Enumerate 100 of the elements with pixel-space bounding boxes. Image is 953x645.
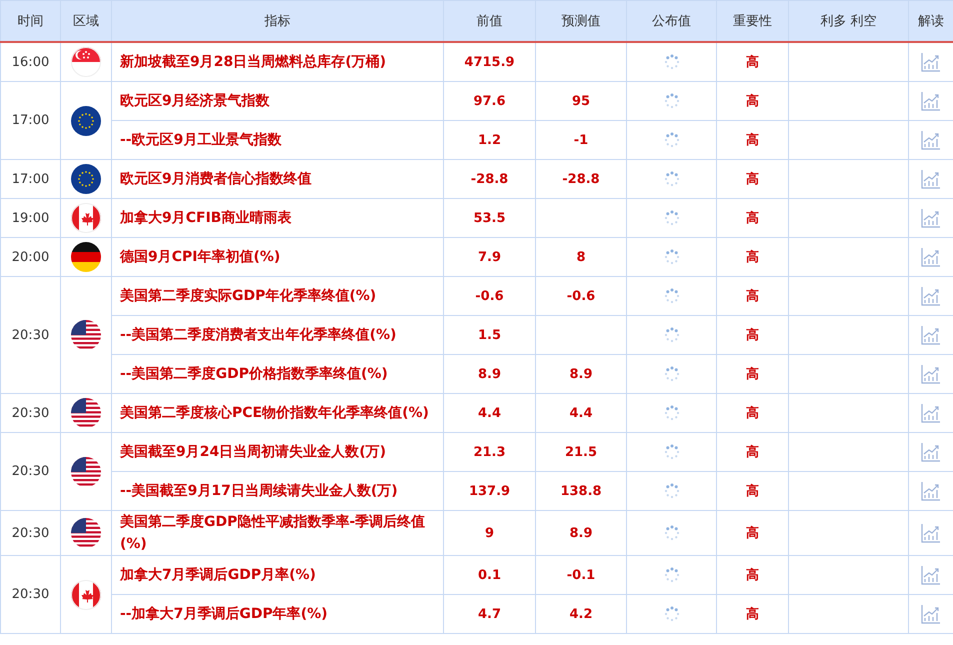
column-header: 解读 [918, 14, 944, 29]
importance-text: 高 [746, 526, 759, 541]
previous-value: 9 [484, 526, 494, 540]
time-text: 20:30 [12, 526, 50, 540]
importance-text: 高 [746, 289, 759, 304]
forecast-value: 138.8 [560, 484, 602, 498]
loading-icon [664, 606, 680, 622]
flag-icon [71, 518, 101, 548]
flag-icon [71, 203, 101, 233]
chart-icon[interactable] [921, 52, 941, 72]
flag-icon [71, 106, 101, 136]
previous-value: -0.6 [475, 288, 504, 304]
loading-icon [664, 132, 680, 148]
previous-value: 4.7 [478, 606, 502, 622]
importance-text: 高 [746, 367, 759, 382]
chart-icon[interactable] [921, 169, 941, 189]
importance-text: 高 [746, 406, 759, 421]
flag-icon [71, 398, 101, 428]
column-header: 利多 利空 [820, 14, 877, 29]
forecast-value: 21.5 [564, 444, 598, 460]
chart-icon[interactable] [921, 325, 941, 345]
importance-text: 高 [746, 607, 759, 622]
chart-icon[interactable] [921, 403, 941, 423]
loading-icon [664, 288, 680, 304]
flag-icon [71, 242, 101, 272]
previous-value: 97.6 [473, 94, 506, 108]
loading-icon [664, 327, 680, 343]
flag-icon [71, 456, 101, 486]
previous-value: 4.4 [478, 406, 502, 420]
forecast-value: 8.9 [569, 366, 593, 382]
chart-icon[interactable] [921, 565, 941, 585]
importance-text: 高 [746, 94, 759, 109]
time-text: 16:00 [12, 54, 50, 70]
time-text: 20:30 [12, 328, 50, 342]
column-header: 区域 [73, 14, 99, 29]
chart-icon[interactable] [921, 208, 941, 228]
chart-icon[interactable] [921, 442, 941, 462]
chart-icon[interactable] [921, 286, 941, 306]
forecast-value: -1 [574, 132, 588, 148]
previous-value: 21.3 [473, 444, 506, 460]
forecast-value: -0.1 [566, 568, 596, 582]
flag-icon [71, 320, 101, 350]
time-text: 17:00 [12, 113, 50, 128]
forecast-value: 8.9 [569, 526, 593, 540]
column-header: 前值 [476, 14, 502, 29]
previous-value: 53.5 [473, 210, 506, 226]
previous-value: 7.9 [478, 250, 502, 264]
column-header: 指标 [264, 14, 290, 29]
flag-icon [71, 580, 101, 610]
chart-icon[interactable] [921, 604, 941, 624]
importance-text: 高 [746, 211, 759, 226]
chart-icon[interactable] [921, 130, 941, 150]
previous-value: 4715.9 [464, 54, 515, 70]
importance-text: 高 [746, 250, 759, 265]
previous-value: -28.8 [470, 172, 508, 186]
importance-text: 高 [746, 445, 759, 460]
loading-icon [664, 171, 680, 187]
time-text: 17:00 [12, 172, 50, 186]
chart-icon[interactable] [921, 247, 941, 267]
time-text: 20:30 [12, 464, 50, 479]
previous-value: 8.9 [478, 366, 502, 382]
forecast-value: 4.2 [569, 606, 593, 622]
flag-icon [71, 47, 101, 77]
importance-text: 高 [746, 484, 759, 499]
forecast-value: 95 [572, 94, 590, 108]
forecast-value: -0.6 [566, 288, 596, 304]
column-header: 时间 [18, 14, 44, 29]
loading-icon [664, 405, 680, 421]
importance-text: 高 [746, 328, 759, 343]
time-text: 20:30 [12, 406, 50, 420]
column-header: 重要性 [733, 14, 772, 29]
column-header: 预测值 [562, 14, 600, 29]
loading-icon [664, 483, 680, 499]
loading-icon [664, 567, 680, 583]
previous-value: 1.5 [478, 328, 502, 342]
forecast-value: -28.8 [562, 172, 600, 186]
time-text: 20:00 [12, 250, 50, 264]
loading-icon [664, 525, 680, 541]
chart-icon[interactable] [921, 523, 941, 543]
forecast-value: 4.4 [569, 406, 593, 420]
flag-icon [71, 164, 101, 194]
previous-value: 137.9 [468, 484, 510, 498]
importance-text: 高 [746, 133, 759, 148]
loading-icon [664, 210, 680, 226]
previous-value: 1.2 [478, 132, 502, 148]
importance-text: 高 [746, 172, 759, 187]
chart-icon[interactable] [921, 364, 941, 384]
loading-icon [664, 444, 680, 460]
time-text: 19:00 [12, 210, 50, 226]
importance-text: 高 [746, 55, 759, 70]
previous-value: 0.1 [478, 568, 502, 582]
column-header: 公布值 [652, 14, 691, 29]
loading-icon [664, 93, 680, 109]
loading-icon [664, 249, 680, 265]
time-text: 20:30 [12, 587, 50, 602]
chart-icon[interactable] [921, 91, 941, 111]
importance-text: 高 [746, 568, 759, 583]
loading-icon [664, 54, 680, 70]
forecast-value: 8 [576, 250, 586, 264]
chart-icon[interactable] [921, 481, 941, 501]
